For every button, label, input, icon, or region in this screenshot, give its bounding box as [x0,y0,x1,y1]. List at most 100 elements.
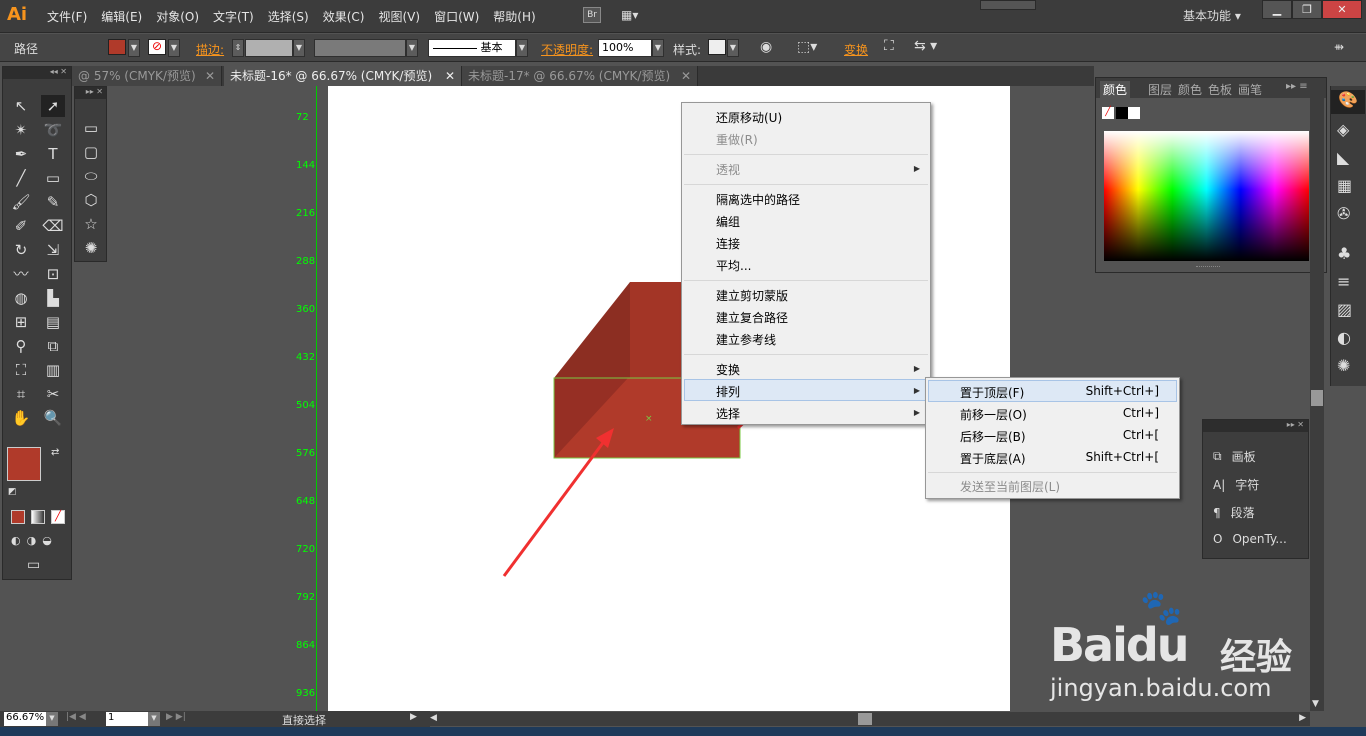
none-mode-icon[interactable]: ╱ [51,510,65,524]
first-page-icon[interactable]: |◀ ◀ [66,712,86,722]
tab-color-guide[interactable]: 颜色 [1178,81,1202,98]
perspective-grid-icon[interactable]: ▙ [41,287,65,309]
menu-file[interactable]: 文件(F) [40,8,94,25]
close-button[interactable]: ✕ [1322,0,1362,19]
rounded-rectangle-icon[interactable]: ▢ [79,141,103,163]
stroke-label[interactable]: 描边: [196,41,224,58]
recolor-icon[interactable]: ◉ [760,39,772,55]
shape-builder-icon[interactable]: ◍ [9,287,33,309]
horizontal-scrollbar[interactable]: ◀ ▶ [428,712,1310,726]
tools-panel-header[interactable]: ◂◂ ✕ [3,67,71,79]
vertical-scroll-thumb[interactable] [1311,390,1323,406]
menu-effect[interactable]: 效果(C) [316,8,372,25]
variable-width-profile[interactable] [314,39,406,57]
menu-item-send-to-current-layer[interactable]: 发送至当前图层(L) [960,478,1060,495]
menu-item-redo[interactable]: 重做(R) [716,131,758,148]
graphic-style-swatch[interactable] [708,39,726,55]
menu-type[interactable]: 文字(T) [206,8,261,25]
scroll-left-icon[interactable]: ◀ [430,713,437,723]
menu-item-select[interactable]: 选择 [716,405,740,422]
status-menu-icon[interactable]: ▶ [410,712,417,722]
minimize-button[interactable]: ▁ [1262,0,1292,19]
color-spectrum[interactable] [1104,131,1309,261]
menu-view[interactable]: 视图(V) [371,8,427,25]
screen-mode-icon[interactable]: ▭ [27,557,40,573]
swatches-icon[interactable]: ▦ [1337,176,1352,195]
star-icon[interactable]: ☆ [79,213,103,235]
character-item[interactable]: A| 字符 [1213,476,1259,493]
close-tab-icon[interactable]: ✕ [681,66,691,86]
menu-help[interactable]: 帮助(H) [486,8,542,25]
color-guide-icon[interactable]: ◣ [1337,148,1349,167]
column-graph-icon[interactable]: ▥ [41,359,65,381]
default-colors-icon[interactable]: ◩ [8,487,17,497]
eraser-icon[interactable]: ⌫ [41,215,65,237]
restore-button[interactable]: ❐ [1292,0,1322,19]
bridge-button[interactable]: Br [583,7,601,23]
isolate-icon[interactable]: ⛶ [884,38,894,54]
symbols-icon[interactable]: ♣ [1337,244,1351,263]
scroll-right-icon[interactable]: ▶ [1299,713,1306,723]
stroke-icon[interactable]: ≡ [1337,272,1350,291]
menu-item-arrange[interactable]: 排列 [716,383,740,400]
horizontal-scroll-thumb[interactable] [858,713,872,725]
search-field[interactable] [980,0,1036,10]
none-swatch-icon[interactable]: ╱ [1102,107,1114,119]
type-tool-icon[interactable]: T [41,143,65,165]
tab-doc-57[interactable]: @ 57% (CMYK/预览) ✕ [72,66,222,86]
stroke-weight-input[interactable] [245,39,293,57]
fill-swatch[interactable] [108,39,126,55]
layers-icon[interactable]: ◈ [1337,120,1349,139]
last-page-icon[interactable]: ▶ ▶| [166,712,186,722]
menu-object[interactable]: 对象(O) [149,8,206,25]
selection-tool-icon[interactable]: ↖ [9,95,33,117]
menu-item-group[interactable]: 编组 [716,213,740,230]
arrange-docs-icon[interactable]: ▦▾ [621,8,649,23]
tab-swatches[interactable]: 色板 [1208,81,1232,98]
close-tab-icon[interactable]: ✕ [205,66,215,86]
scale-tool-icon[interactable]: ⇲ [41,239,65,261]
color-mode-icon[interactable] [11,510,25,524]
rotate-tool-icon[interactable]: ↻ [9,239,33,261]
menu-item-average[interactable]: 平均... [716,257,751,274]
zoom-input[interactable]: 66.67% [4,712,46,726]
stroke-dropdown[interactable]: ▼ [168,39,180,57]
workspace-switcher[interactable]: 基本功能 ▾ [1183,7,1241,24]
gradient-tool-icon[interactable]: ▤ [41,311,65,333]
tab-doc-16[interactable]: 未标题-16* @ 66.67% (CMYK/预览) ✕ [224,66,462,86]
appearance-icon[interactable]: ✺ [1337,356,1350,375]
white-swatch[interactable] [1128,107,1140,119]
panel-resize-handle[interactable] [1196,266,1220,269]
hand-tool-icon[interactable]: ✋ [9,407,33,429]
paintbrush-icon[interactable]: 🖌 [9,191,33,213]
paragraph-item[interactable]: ¶ 段落 [1213,504,1255,521]
symbol-sprayer-icon[interactable]: ⛶ [9,359,33,381]
panel-menu-icon[interactable]: ⇻ [1334,40,1344,54]
close-tab-icon[interactable]: ✕ [445,66,455,86]
stroke-weight-stepper[interactable]: ⇕ [232,39,244,57]
line-tool-icon[interactable]: ╱ [9,167,33,189]
menu-item-bring-forward[interactable]: 前移一层(O) [960,406,1027,423]
draw-mode-icons[interactable]: ◐◑◒ [11,534,58,547]
artboard-dropdown[interactable]: ▼ [148,712,160,726]
black-swatch[interactable] [1116,107,1128,119]
blob-brush-icon[interactable]: ✐ [9,215,33,237]
transform-label[interactable]: 变换 [844,41,868,58]
menu-select[interactable]: 选择(S) [261,8,316,25]
swap-colors-icon[interactable]: ⇄ [51,447,59,458]
graphic-style-dropdown[interactable]: ▼ [727,39,739,57]
magic-wand-icon[interactable]: ✴ [9,119,33,141]
rectangle-icon[interactable]: ▭ [79,117,103,139]
menu-item-send-backward[interactable]: 后移一层(B) [960,428,1026,445]
panel-header[interactable]: ▸▸ ✕ [1203,420,1308,432]
opacity-dropdown[interactable]: ▼ [652,39,664,57]
gradient-icon[interactable]: ▨ [1337,300,1352,319]
flyout-header[interactable]: ▸▸ ✕ [75,87,106,99]
zoom-dropdown[interactable]: ▼ [46,712,58,726]
brush-definition[interactable]: 基本 [428,39,516,57]
menu-item-isolate-path[interactable]: 隔离选中的路径 [716,191,800,208]
panel-options-icon[interactable]: ▸▸ ≡ [1286,81,1308,92]
brushes-icon[interactable]: ✇ [1337,204,1350,223]
polygon-icon[interactable]: ⬡ [79,189,103,211]
variable-width-dropdown[interactable]: ▼ [406,39,418,57]
